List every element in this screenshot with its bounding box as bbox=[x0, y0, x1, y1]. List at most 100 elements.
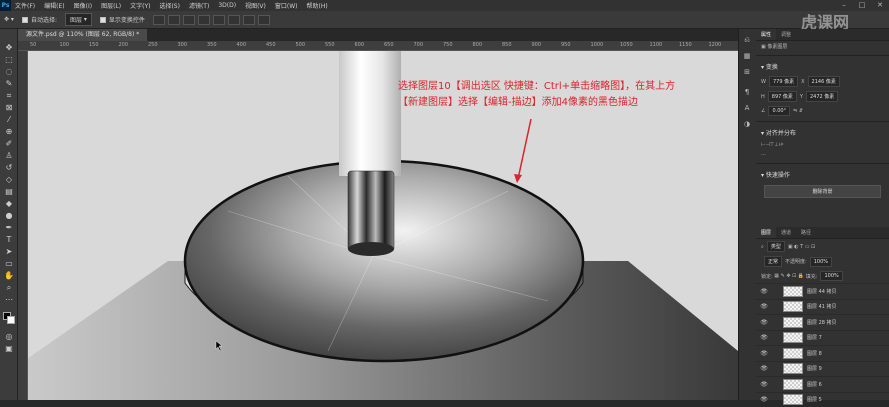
move-tool-preset-icon[interactable]: ✥ ▾ bbox=[4, 16, 14, 23]
auto-select-checkbox[interactable]: 自动选择: bbox=[22, 15, 57, 24]
align-section-title[interactable]: ▾ 对齐并分布 bbox=[756, 125, 889, 140]
eye-icon[interactable]: 👁 bbox=[759, 365, 769, 372]
paragraph-icon[interactable]: ¶ bbox=[742, 88, 752, 97]
distribute-icon[interactable] bbox=[243, 15, 255, 25]
width-input[interactable]: 779 像素 bbox=[769, 76, 798, 87]
checkbox-icon[interactable] bbox=[100, 17, 106, 23]
character-icon[interactable]: A bbox=[742, 104, 752, 113]
quick-actions-title[interactable]: ▾ 快速操作 bbox=[756, 167, 889, 182]
auto-select-target-dropdown[interactable]: 图层 ▾ bbox=[65, 13, 92, 26]
opacity-input[interactable]: 100% bbox=[810, 257, 832, 267]
y-input[interactable]: 2472 像素 bbox=[806, 91, 838, 102]
menu-layer[interactable]: 图层(L) bbox=[101, 1, 121, 10]
eyedropper-tool-icon[interactable]: ⁄ bbox=[3, 115, 15, 125]
quick-mask-icon[interactable]: ◎ bbox=[3, 332, 15, 342]
lasso-tool-icon[interactable]: ◌ bbox=[3, 67, 15, 77]
height-input[interactable]: 897 像素 bbox=[768, 91, 797, 102]
fill-input[interactable]: 100% bbox=[820, 271, 842, 281]
align-center-icon[interactable] bbox=[168, 15, 180, 25]
tab-channels[interactable]: 通道 bbox=[776, 227, 796, 238]
align-middle-icon[interactable] bbox=[213, 15, 225, 25]
menu-window[interactable]: 窗口(W) bbox=[275, 1, 298, 10]
layer-row[interactable]: 👁图层 5 bbox=[756, 392, 889, 407]
eraser-tool-icon[interactable]: ◇ bbox=[3, 175, 15, 185]
kind-filter-dropdown[interactable]: 类型 bbox=[767, 241, 785, 252]
menu-type[interactable]: 文字(Y) bbox=[130, 1, 150, 10]
healing-brush-tool-icon[interactable]: ⊕ bbox=[3, 127, 15, 137]
layer-row[interactable]: 👁图层 28 拷贝 bbox=[756, 314, 889, 330]
color-icon[interactable]: ▦ bbox=[742, 52, 752, 61]
eye-icon[interactable]: 👁 bbox=[759, 303, 769, 310]
eye-icon[interactable]: 👁 bbox=[759, 288, 769, 295]
menu-file[interactable]: 文件(F) bbox=[15, 1, 35, 10]
frame-tool-icon[interactable]: ⊠ bbox=[3, 103, 15, 113]
eye-icon[interactable]: 👁 bbox=[759, 334, 769, 341]
more-tools-icon[interactable]: ⋯ bbox=[3, 295, 15, 305]
marquee-tool-icon[interactable]: ⬚ bbox=[3, 55, 15, 65]
ruler-tick-label: 500 bbox=[296, 42, 306, 48]
photoshop-logo-icon[interactable]: Ps bbox=[0, 0, 11, 11]
document-tab[interactable]: 源文件.psd @ 110% (图层 62, RGB/8) * bbox=[18, 29, 147, 41]
layer-row[interactable]: 👁图层 7 bbox=[756, 330, 889, 346]
menu-3d[interactable]: 3D(D) bbox=[218, 2, 236, 9]
screen-mode-icon[interactable]: ▣ bbox=[3, 344, 15, 354]
menu-image[interactable]: 图像(I) bbox=[74, 1, 92, 10]
adjustments-icon[interactable]: ◑ bbox=[742, 120, 752, 129]
swatches-icon[interactable]: ⊞ bbox=[742, 68, 752, 77]
tab-paths[interactable]: 路径 bbox=[796, 227, 816, 238]
checkbox-icon[interactable] bbox=[22, 17, 28, 23]
more-icon[interactable]: ⋯ bbox=[761, 152, 766, 158]
type-tool-icon[interactable]: T bbox=[3, 235, 15, 245]
lock-icons[interactable]: ▦ ✎ ✥ ⊡ 🔒 bbox=[774, 273, 804, 279]
move-tool-icon[interactable]: ✥ bbox=[3, 43, 15, 53]
layer-row[interactable]: 👁图层 8 bbox=[756, 345, 889, 361]
menu-filter[interactable]: 滤镜(T) bbox=[189, 1, 209, 10]
maximize-icon[interactable]: □ bbox=[853, 0, 871, 11]
menu-edit[interactable]: 编辑(E) bbox=[44, 1, 64, 10]
menu-select[interactable]: 选择(S) bbox=[159, 1, 180, 10]
path-selection-tool-icon[interactable]: ➤ bbox=[3, 247, 15, 257]
transform-section-title[interactable]: ▾ 变换 bbox=[756, 59, 889, 74]
background-color-swatch[interactable] bbox=[7, 316, 15, 324]
show-transform-checkbox[interactable]: 显示变换控件 bbox=[100, 15, 145, 24]
filter-icons[interactable]: ▣ ◐ T ▭ ⊡ bbox=[788, 244, 815, 250]
eye-icon[interactable]: 👁 bbox=[759, 319, 769, 326]
angle-input[interactable]: 0.00° bbox=[768, 106, 790, 116]
quick-select-tool-icon[interactable]: ✎ bbox=[3, 79, 15, 89]
crop-tool-icon[interactable]: ⌗ bbox=[3, 91, 15, 101]
hand-tool-icon[interactable]: ✋ bbox=[3, 271, 15, 281]
more-options-icon[interactable] bbox=[258, 15, 270, 25]
history-icon[interactable]: ⎌ bbox=[742, 36, 752, 45]
rectangle-tool-icon[interactable]: ▭ bbox=[3, 259, 15, 269]
remove-background-button[interactable]: 删除背景 bbox=[764, 185, 881, 198]
layer-row[interactable]: 👁图层 44 拷贝 bbox=[756, 283, 889, 299]
menu-help[interactable]: 帮助(H) bbox=[307, 1, 328, 10]
flip-horizontal-icon[interactable]: ⇋ bbox=[793, 108, 797, 114]
blur-tool-icon[interactable]: ◆ bbox=[3, 199, 15, 209]
history-brush-tool-icon[interactable]: ↺ bbox=[3, 163, 15, 173]
zoom-tool-icon[interactable]: ⌕ bbox=[3, 283, 15, 293]
gradient-tool-icon[interactable]: ▤ bbox=[3, 187, 15, 197]
tab-adjustments[interactable]: 调整 bbox=[776, 29, 796, 40]
layer-row[interactable]: 👁图层 9 bbox=[756, 361, 889, 377]
blend-mode-dropdown[interactable]: 正常 bbox=[764, 256, 782, 267]
eye-icon[interactable]: 👁 bbox=[759, 350, 769, 357]
align-top-icon[interactable] bbox=[198, 15, 210, 25]
x-input[interactable]: 2146 像素 bbox=[808, 76, 840, 87]
align-bottom-icon[interactable] bbox=[228, 15, 240, 25]
flip-vertical-icon[interactable]: ⇵ bbox=[799, 108, 803, 114]
pen-tool-icon[interactable]: ✒ bbox=[3, 223, 15, 233]
menu-view[interactable]: 视图(V) bbox=[245, 1, 266, 10]
tab-layers[interactable]: 图层 bbox=[756, 227, 776, 238]
brush-tool-icon[interactable]: ✐ bbox=[3, 139, 15, 149]
layer-row[interactable]: 👁图层 41 拷贝 bbox=[756, 299, 889, 315]
layer-row[interactable]: 👁图层 6 bbox=[756, 376, 889, 392]
dodge-tool-icon[interactable]: ● bbox=[3, 211, 15, 221]
align-right-icon[interactable] bbox=[183, 15, 195, 25]
tab-properties[interactable]: 属性 bbox=[756, 29, 776, 40]
eye-icon[interactable]: 👁 bbox=[759, 381, 769, 388]
align-bottom-icon[interactable]: ⊧ bbox=[781, 142, 784, 148]
close-icon[interactable]: ✕ bbox=[871, 0, 889, 11]
align-left-icon[interactable] bbox=[153, 15, 165, 25]
clone-stamp-tool-icon[interactable]: ♙ bbox=[3, 151, 15, 161]
